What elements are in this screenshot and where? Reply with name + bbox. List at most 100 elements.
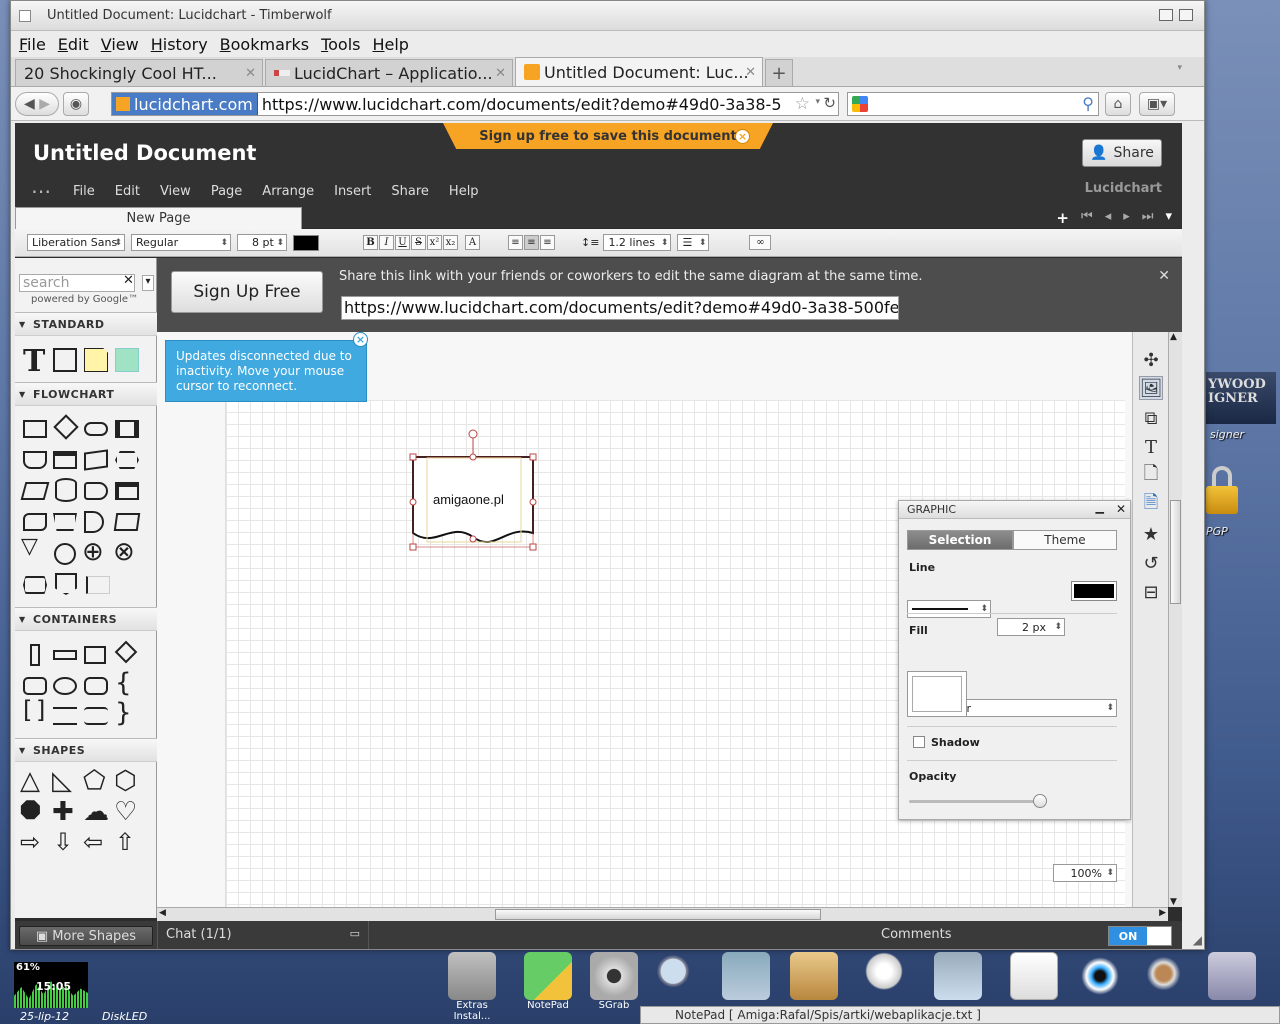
notepad-window-bar[interactable]: NotePad [ Amiga:Rafal/Spis/artki/webapli… <box>640 1006 1280 1024</box>
list-style-select[interactable]: ☰ <box>677 234 710 251</box>
note-shape-icon[interactable] <box>84 348 108 372</box>
horizontal-container-icon[interactable] <box>53 650 77 660</box>
tab-list-icon[interactable]: ▾ <box>1177 63 1182 73</box>
align-right-icon[interactable]: ≡ <box>540 235 555 250</box>
cross-shape-icon[interactable]: ✚ <box>52 797 74 827</box>
manual-input-shape-icon[interactable] <box>84 449 108 471</box>
page-settings-icon[interactable]: 🗋 <box>1139 463 1163 488</box>
horizontal-scroll-thumb[interactable] <box>495 909 821 920</box>
crosshair-icon[interactable]: ✣ <box>1139 348 1163 372</box>
close-icon[interactable]: ✕ <box>1116 502 1126 516</box>
url-history-dropdown-icon[interactable]: ▾ <box>815 97 820 107</box>
display-shape-icon[interactable] <box>23 576 47 594</box>
dock-screen[interactable] <box>1204 952 1260 1004</box>
line-width-stepper[interactable]: 2 px <box>997 618 1065 636</box>
shadow-checkbox[interactable] <box>913 736 925 748</box>
window-close-gadget[interactable] <box>19 9 31 22</box>
document-shape-icon[interactable] <box>23 451 47 469</box>
tab-theme[interactable]: Theme <box>1013 530 1117 550</box>
lucid-menu-insert[interactable]: Insert <box>334 184 371 199</box>
link-icon[interactable]: ∞ <box>749 235 772 250</box>
menu-history[interactable]: History <box>151 35 208 54</box>
maximize-icon[interactable]: ▭ <box>350 927 360 940</box>
bookmark-star-icon[interactable]: ☆ <box>795 94 810 114</box>
text-panel-icon[interactable]: T <box>1139 435 1163 459</box>
horizontal-scrollbar[interactable]: ◀ ▶ <box>157 907 1168 921</box>
rectangle-shape-icon[interactable] <box>53 348 77 372</box>
close-icon[interactable]: ✕ <box>495 66 506 81</box>
lucid-menu-arrange[interactable]: Arrange <box>262 184 314 199</box>
sign-up-free-button[interactable]: Sign Up Free <box>171 271 323 313</box>
lucid-menu-view[interactable]: View <box>160 184 191 199</box>
dock-notepad[interactable]: NotePad <box>520 952 576 1011</box>
or-shape-icon[interactable]: ⊗ <box>113 538 135 566</box>
opacity-value-stepper[interactable]: 100% <box>1053 864 1117 882</box>
dock-eye[interactable] <box>1072 952 1128 1004</box>
google-engine-icon[interactable] <box>852 96 868 112</box>
document-shape-selected[interactable] <box>405 425 541 555</box>
dock-pdf[interactable] <box>1006 952 1062 1004</box>
line-style-select[interactable] <box>907 600 991 618</box>
offpage-shape-icon[interactable] <box>55 573 77 595</box>
dock-finder[interactable] <box>786 952 842 1004</box>
opacity-slider-handle[interactable] <box>1033 794 1047 808</box>
data-shape-icon[interactable] <box>53 451 77 469</box>
next-page-icon[interactable]: ▸ <box>1123 209 1130 227</box>
share-button[interactable]: 👤 Share <box>1082 139 1162 167</box>
vertical-scrollbar[interactable]: ▲ ▼ <box>1168 332 1182 907</box>
vertical-container-icon[interactable] <box>30 644 40 666</box>
dock-bulb[interactable] <box>856 952 912 1004</box>
lucid-menu-page[interactable]: Page <box>211 184 242 199</box>
swimlane-h-icon[interactable] <box>53 707 77 725</box>
resize-grip-icon[interactable]: ◢ <box>1193 933 1202 947</box>
subscript-icon[interactable]: x₂ <box>443 235 458 250</box>
menu-edit[interactable]: Edit <box>58 35 89 54</box>
dock-shell[interactable] <box>718 952 774 1004</box>
line-spacing-select[interactable]: 1.2 lines <box>603 234 672 251</box>
tab-untitled-document[interactable]: Untitled Document: Luc... ✕ <box>515 57 763 86</box>
process-shape-icon[interactable] <box>23 420 47 438</box>
card-shape-icon[interactable] <box>113 513 141 531</box>
bookmarks-menu-icon[interactable]: ▣▾ <box>1139 92 1175 116</box>
hexagon-shape-icon[interactable]: ⬡ <box>114 766 137 796</box>
search-icon[interactable]: ⚲ <box>1082 94 1094 113</box>
signup-banner[interactable]: Sign up free to save this document <box>443 123 773 149</box>
comments-label[interactable]: Comments <box>881 927 951 942</box>
tab-selection[interactable]: Selection <box>907 530 1013 550</box>
clear-format-icon[interactable]: A <box>465 235 480 250</box>
share-url-field[interactable]: https://www.lucidchart.com/documents/edi… <box>341 296 899 320</box>
scroll-down-icon[interactable]: ▼ <box>1170 897 1177 907</box>
octagon-shape-icon[interactable]: ⯃ <box>20 797 41 828</box>
new-tab-button[interactable]: + <box>765 59 793 86</box>
add-page-icon[interactable]: + <box>1056 209 1069 227</box>
font-size-stepper[interactable]: 8 pt <box>237 234 287 251</box>
lucid-menu-file[interactable]: File <box>73 184 95 199</box>
merge-shape-icon[interactable]: ▽ <box>21 534 38 559</box>
punched-tape-shape-icon[interactable] <box>23 513 47 531</box>
connector-shape-icon[interactable] <box>54 543 76 565</box>
graphic-panel-icon[interactable]: 🖼 <box>1139 376 1163 400</box>
layers-icon[interactable]: 🗎 <box>1139 492 1163 517</box>
hollywood-designer-icon[interactable]: YWOOD IGNER <box>1206 372 1276 432</box>
section-standard[interactable]: STANDARD <box>15 312 157 336</box>
text-shape-icon[interactable]: T <box>23 344 45 379</box>
window-zoom-gadget[interactable] <box>1179 9 1193 21</box>
tab-html[interactable]: 20 Shockingly Cool HT... ✕ <box>15 59 263 86</box>
annotation-shape-icon[interactable] <box>86 576 110 594</box>
rounded-container-icon[interactable] <box>23 677 47 695</box>
underline-icon[interactable]: U <box>395 235 410 250</box>
search-dropdown-icon[interactable]: ▾ <box>142 275 154 291</box>
close-icon[interactable]: ✕ <box>1158 268 1170 284</box>
close-icon[interactable]: × <box>353 332 368 347</box>
internal-storage-shape-icon[interactable] <box>115 482 139 500</box>
close-icon[interactable]: ✕ <box>245 66 256 81</box>
left-arrow-shape-icon[interactable]: ⇦ <box>83 828 103 856</box>
history-icon[interactable]: ↺ <box>1139 551 1163 575</box>
back-forward-button[interactable]: ◀ ▶ <box>15 91 59 116</box>
lucid-menu-help[interactable]: Help <box>449 184 479 199</box>
reload-icon[interactable]: ↻ <box>823 94 836 112</box>
brace-container-icon[interactable]: { } <box>115 668 156 728</box>
bracket-container-icon[interactable]: [ ] <box>23 696 45 724</box>
dock-extras-installer[interactable]: Extras Instal... <box>444 952 500 1022</box>
forward-arrow-icon[interactable]: ▶ <box>39 96 50 112</box>
